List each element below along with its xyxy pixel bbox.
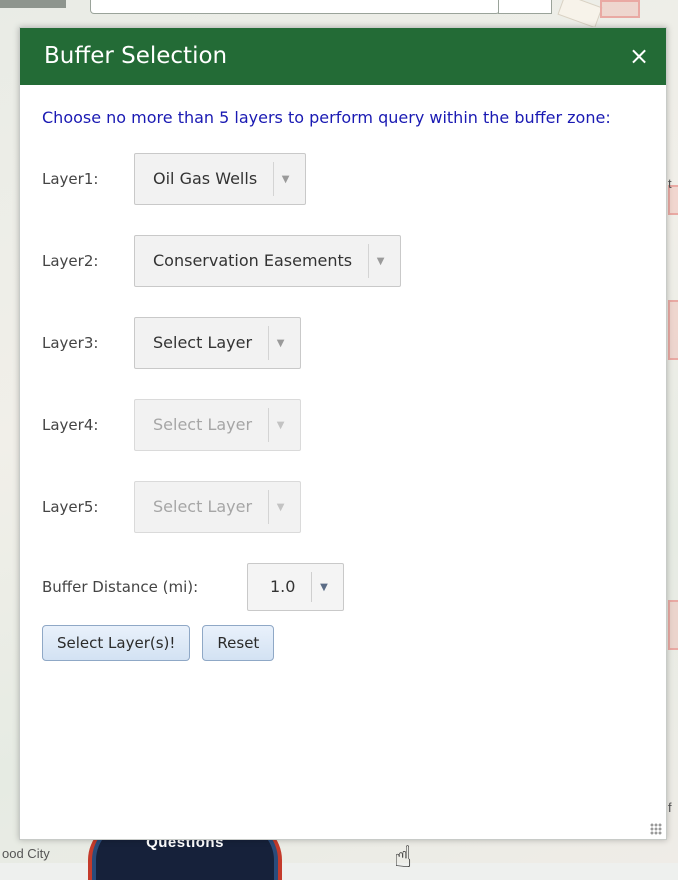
layer-label: Layer4: [42, 416, 99, 434]
map-parcel [668, 300, 678, 360]
layer-label: Layer2: [42, 252, 99, 270]
layer5-select: Select Layer ▼ [134, 481, 302, 533]
select-value: Select Layer [153, 333, 253, 352]
dialog-body: Choose no more than 5 layers to perform … [20, 85, 666, 661]
chevron-down-icon: ▼ [268, 408, 292, 442]
map-edge-label: f [668, 800, 672, 815]
map-edge-label: t [668, 176, 672, 191]
select-value: Select Layer [153, 415, 253, 434]
layer3-select[interactable]: Select Layer ▼ [134, 317, 302, 369]
select-layers-button[interactable]: Select Layer(s)! [42, 625, 191, 661]
layer-row-4: Layer4: Select Layer ▼ [42, 399, 644, 451]
dialog-header[interactable]: Buffer Selection × [20, 28, 666, 85]
layer-label: Layer3: [42, 334, 99, 352]
action-buttons: Select Layer(s)! Reset [42, 625, 644, 661]
reset-button[interactable]: Reset [202, 625, 275, 661]
chevron-down-icon[interactable]: ▼ [311, 572, 335, 602]
layer-label: Layer1: [42, 170, 99, 188]
resize-handle[interactable] [650, 823, 662, 835]
map-parcel [668, 600, 678, 650]
select-value: Oil Gas Wells [153, 169, 258, 188]
chevron-down-icon[interactable]: ▼ [368, 244, 392, 278]
layer-label: Layer5: [42, 498, 99, 516]
hand-pointer-icon: ☝ [394, 840, 413, 875]
chevron-down-icon[interactable]: ▼ [268, 326, 292, 360]
select-value: 1.0 [270, 577, 296, 596]
buffer-distance-row: Buffer Distance (mi): 1.0 ▼ [42, 563, 644, 611]
chevron-down-icon[interactable]: ▼ [273, 162, 297, 196]
layer-row-2: Layer2: Conservation Easements ▼ [42, 235, 644, 287]
buffer-selection-dialog: Buffer Selection × Choose no more than 5… [19, 27, 667, 840]
layer4-select: Select Layer ▼ [134, 399, 302, 451]
select-value: Conservation Easements [153, 251, 353, 270]
close-icon[interactable]: × [624, 41, 654, 71]
buffer-distance-label: Buffer Distance (mi): [42, 578, 199, 596]
layer-row-1: Layer1: Oil Gas Wells ▼ [42, 153, 644, 205]
map-toolbar-tab[interactable] [0, 0, 66, 8]
map-search-button[interactable] [498, 0, 552, 14]
layer1-select[interactable]: Oil Gas Wells ▼ [134, 153, 307, 205]
layer-row-3: Layer3: Select Layer ▼ [42, 317, 644, 369]
map-place-label: ood City [2, 846, 50, 861]
layer2-select[interactable]: Conservation Easements ▼ [134, 235, 402, 287]
instruction-text: Choose no more than 5 layers to perform … [42, 108, 611, 127]
select-value: Select Layer [153, 497, 253, 516]
map-parcel [600, 0, 640, 18]
map-search-bar[interactable] [90, 0, 500, 14]
layer-row-5: Layer5: Select Layer ▼ [42, 481, 644, 533]
map-road [557, 0, 603, 29]
buffer-distance-select[interactable]: 1.0 ▼ [247, 563, 345, 611]
dialog-title: Buffer Selection [44, 43, 228, 69]
chevron-down-icon: ▼ [268, 490, 292, 524]
